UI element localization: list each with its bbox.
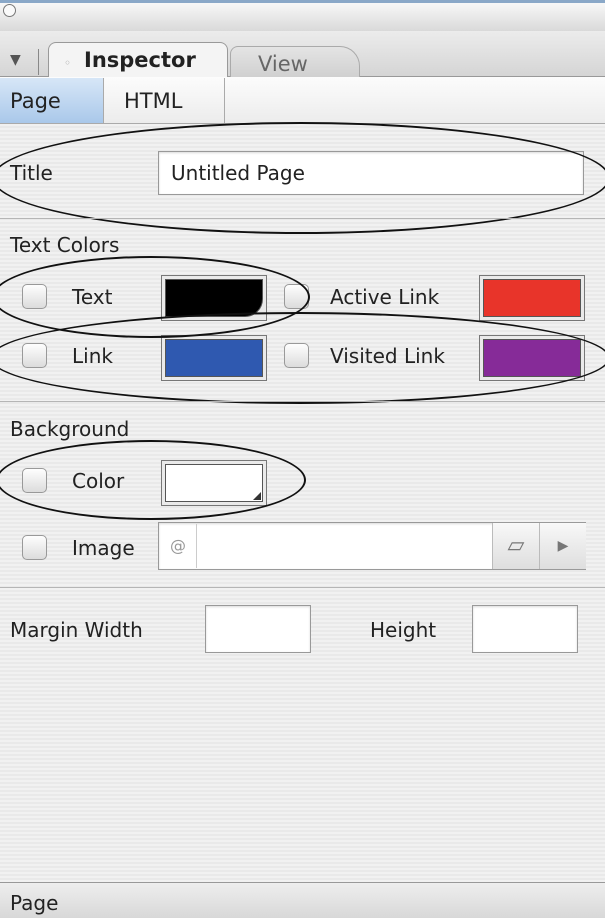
background-image-input[interactable] <box>198 524 494 570</box>
margin-height-input[interactable] <box>472 605 578 653</box>
background-color-well[interactable] <box>161 460 267 506</box>
subtab-page-label: Page <box>10 89 61 113</box>
folder-icon[interactable]: ▱ <box>492 523 539 569</box>
visited-link-label: Visited Link <box>330 344 445 368</box>
background-heading: Background <box>10 417 130 441</box>
text-color-label: Text <box>72 285 113 309</box>
arrow-right-icon[interactable]: ▶ <box>539 523 586 569</box>
text-color-checkbox[interactable] <box>22 284 47 309</box>
margin-width-label: Margin Width <box>10 618 143 642</box>
status-label: Page <box>10 891 59 915</box>
background-color-checkbox[interactable] <box>22 468 47 493</box>
text-color-well[interactable] <box>161 275 267 321</box>
title-label: Title <box>10 161 53 185</box>
margin-height-label: Height <box>370 618 437 642</box>
section-divider <box>0 587 605 588</box>
text-colors-heading: Text Colors <box>10 233 120 257</box>
section-divider <box>0 401 605 402</box>
link-label: Link <box>72 344 113 368</box>
tab-view-label: View <box>258 52 308 76</box>
link-swatch <box>165 339 263 377</box>
status-bar <box>0 882 605 918</box>
visited-link-swatch <box>483 339 581 377</box>
link-checkbox[interactable] <box>22 343 47 368</box>
disclosure-triangle-icon[interactable]: ▼ <box>10 52 21 68</box>
visited-link-color-well[interactable] <box>479 335 585 381</box>
tab-inspector-icon: ◦ <box>64 56 72 70</box>
background-color-swatch <box>165 464 263 502</box>
background-image-label: Image <box>72 536 135 560</box>
tab-separator <box>38 49 39 75</box>
section-divider <box>0 218 605 219</box>
resize-corner-icon <box>253 492 261 500</box>
tab-inspector-label: Inspector <box>84 48 196 72</box>
background-color-label: Color <box>72 469 125 493</box>
active-link-label: Active Link <box>330 285 440 309</box>
active-link-checkbox[interactable] <box>284 284 309 309</box>
close-icon[interactable] <box>3 4 16 17</box>
background-image-checkbox[interactable] <box>22 535 47 560</box>
subtab-html-label: HTML <box>124 89 183 113</box>
spiral-icon: @ <box>160 524 197 568</box>
window-title-bar <box>0 0 605 31</box>
title-input[interactable] <box>158 151 584 195</box>
text-color-swatch <box>165 279 263 317</box>
link-color-well[interactable] <box>161 335 267 381</box>
active-link-swatch <box>483 279 581 317</box>
active-link-color-well[interactable] <box>479 275 585 321</box>
margin-width-input[interactable] <box>205 605 311 653</box>
visited-link-checkbox[interactable] <box>284 343 309 368</box>
